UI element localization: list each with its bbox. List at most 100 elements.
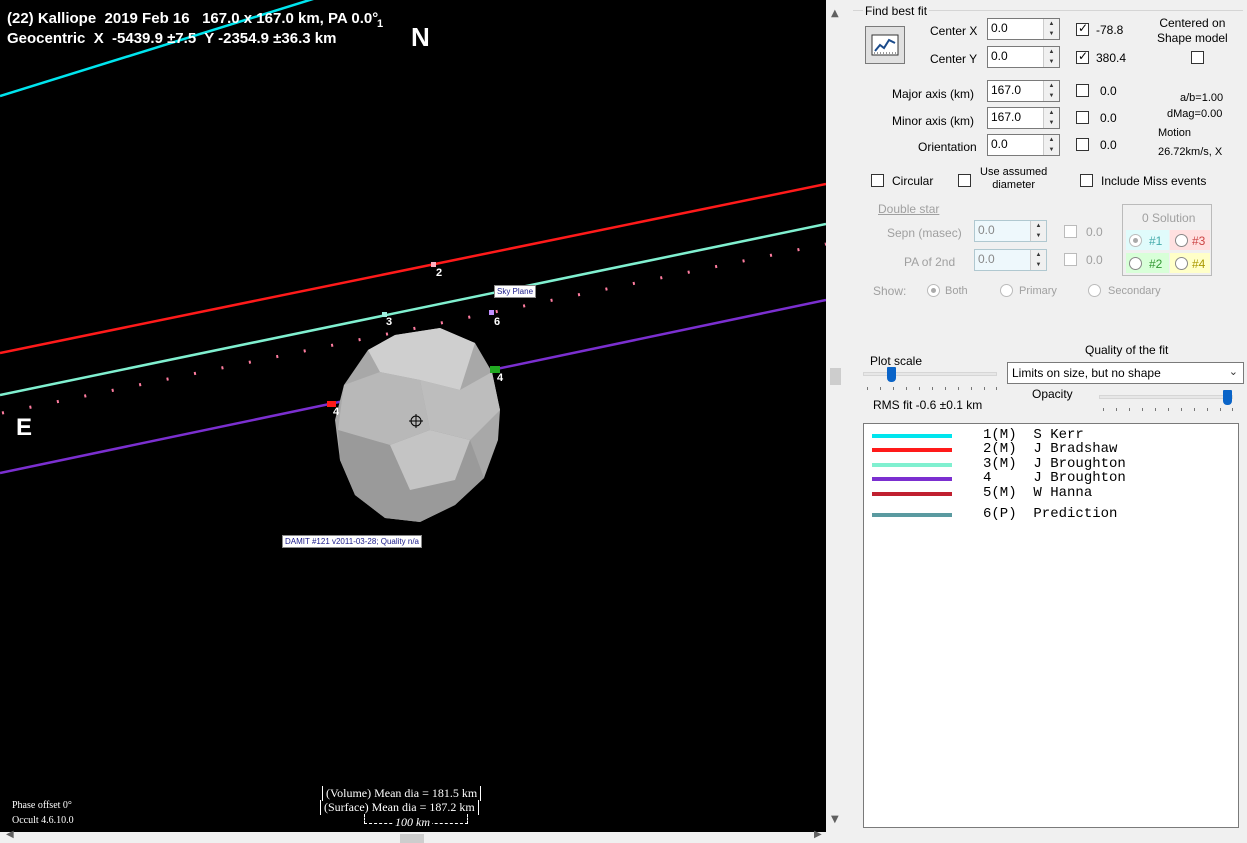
show-both-radio[interactable] [927,284,940,297]
legend-row: 4 J Broughton [864,470,1234,486]
circular-checkbox[interactable] [871,174,884,187]
pa2-input[interactable]: 0.0 ▲ ▼ [974,249,1047,271]
major-axis-value: 167.0 [991,83,1022,97]
legend-swatch [872,492,952,496]
plot-scale-ticks [867,387,997,393]
quality-of-fit-select[interactable]: Limits on size, but no shape ⌄ [1007,362,1244,384]
pa2-result: 0.0 [1086,253,1103,267]
fit-control-panel: Find best fit Center X 0.0 ▲▼ -78.8 Cent… [845,0,1247,843]
center-x-input[interactable]: 0.0 ▲ ▼ [987,18,1060,40]
solution-2-label: #2 [1149,257,1163,271]
chord-label-2: 2 [436,267,443,279]
asteroid-shape [335,328,500,522]
orientation-spinner[interactable]: ▲ ▼ [1043,135,1059,155]
motion-label: Motion [1158,127,1192,139]
center-x-value: 0.0 [991,21,1008,35]
center-x-label: Center X [930,24,978,38]
sepn-input[interactable]: 0.0 ▲ ▼ [974,220,1047,242]
double-star-header: Double star [878,202,940,216]
show-primary-label: Primary [1019,285,1057,297]
center-y-result: 380.4 [1096,51,1127,65]
plot-canvas [0,0,826,522]
use-assumed-diameter-checkbox[interactable] [958,174,971,187]
use-assumed-diameter-label: Use assumed diameter [980,166,1048,191]
scale-bar-label: 100 km [393,815,432,830]
chord-label-3: 3 [386,316,393,328]
center-y-value: 0.0 [991,49,1008,63]
legend-swatch [872,513,952,517]
legend-text: 2(M) J Bradshaw [983,441,1118,457]
legend-text: 4 J Broughton [983,470,1126,486]
opacity-track[interactable] [1099,395,1233,399]
scroll-down-icon[interactable]: ▼ [831,814,839,825]
opacity-thumb[interactable] [1223,390,1232,405]
scroll-left-icon[interactable]: ◀ [6,829,14,840]
center-y-checkbox[interactable] [1076,49,1089,64]
show-secondary-radio[interactable] [1088,284,1101,297]
opacity-ticks [1103,408,1233,414]
find-best-fit-button[interactable] [865,26,905,64]
solution-title: 0 Solution [1142,211,1196,225]
surface-diameter: (Surface) Mean dia = 187.2 km [320,800,479,815]
find-best-fit-title: Find best fit [863,4,930,18]
include-miss-events-checkbox[interactable] [1080,174,1093,187]
plot-header-line2: Geocentric X -5439.9 ±7.5 Y -2354.9 ±36.… [7,30,337,47]
center-y-input[interactable]: 0.0 ▲ ▼ [987,46,1060,68]
scroll-right-icon[interactable]: ▶ [814,829,822,840]
center-x-spinner[interactable]: ▲ ▼ [1043,19,1059,39]
show-primary-radio[interactable] [1000,284,1013,297]
show-secondary-label: Secondary [1108,285,1161,297]
center-x-checkbox[interactable] [1076,21,1089,36]
center-x-result: -78.8 [1096,23,1124,37]
east-label: E [16,414,33,441]
pa2-checkbox[interactable] [1064,253,1077,266]
solution-1-label: #1 [1149,234,1163,248]
solution-4-radio[interactable] [1175,257,1188,270]
dmag-value: dMag=0.00 [1167,108,1223,120]
pa2-label: PA of 2nd [904,255,956,269]
plot-scale-thumb[interactable] [887,367,896,382]
major-axis-checkbox[interactable] [1076,84,1089,97]
orientation-checkbox[interactable] [1076,138,1089,151]
pa2-value: 0.0 [978,252,995,266]
orientation-input[interactable]: 0.0 ▲ ▼ [987,134,1060,156]
solution-3-radio[interactable] [1175,234,1188,247]
sepn-spinner[interactable]: ▲ ▼ [1030,221,1046,241]
pa2-spinner[interactable]: ▲ ▼ [1030,250,1046,270]
major-axis-spinner[interactable]: ▲ ▼ [1043,81,1059,101]
phase-offset: Phase offset 0° [12,800,72,811]
minor-axis-input[interactable]: 167.0 ▲ ▼ [987,107,1060,129]
legend-row: 2(M) J Bradshaw [864,441,1234,457]
vertical-scroll-thumb[interactable] [830,368,841,385]
minor-axis-checkbox[interactable] [1076,111,1089,124]
observer-legend: 1(M) S Kerr 2(M) J Bradshaw 3(M) J Broug… [863,423,1239,828]
major-axis-input[interactable]: 167.0 ▲ ▼ [987,80,1060,102]
orientation-label: Orientation [918,140,977,154]
orientation-value: 0.0 [991,137,1008,151]
horizontal-scrollbar[interactable]: ◀ ▶ [0,829,845,843]
sepn-value: 0.0 [978,223,995,237]
solution-3-label: #3 [1192,234,1206,248]
major-axis-label: Major axis (km) [892,87,975,101]
scroll-up-icon[interactable]: ▲ [831,8,839,19]
vertical-scrollbar[interactable]: ▲ ▼ [826,0,845,832]
legend-row: 6(P) Prediction [864,506,1234,522]
quality-of-fit-label: Quality of the fit [1085,343,1169,357]
solution-1-radio[interactable] [1129,234,1142,247]
legend-text: 6(P) Prediction [983,506,1118,522]
horizontal-scroll-thumb[interactable] [400,834,424,843]
sky-plane-label: Sky Plane [494,285,537,298]
shape-model-label: DAMIT #121 v2011-03-28; Quality n/a [282,535,422,548]
center-y-spinner[interactable]: ▲ ▼ [1043,47,1059,67]
sepn-checkbox[interactable] [1064,225,1077,238]
north-label: N [411,22,430,52]
volume-diameter: (Volume) Mean dia = 181.5 km [322,786,482,801]
solution-2-radio[interactable] [1129,257,1142,270]
minor-axis-spinner[interactable]: ▲ ▼ [1043,108,1059,128]
quality-of-fit-value: Limits on size, but no shape [1012,366,1161,380]
occultation-plot[interactable]: (22) Kalliope 2019 Feb 16 167.0 x 167.0 … [0,0,826,832]
center-y-label: Center Y [930,52,978,66]
centered-on-shape-checkbox[interactable] [1191,51,1204,64]
plot-scale-track[interactable] [863,372,997,376]
include-miss-events-label: Include Miss events [1101,174,1207,188]
